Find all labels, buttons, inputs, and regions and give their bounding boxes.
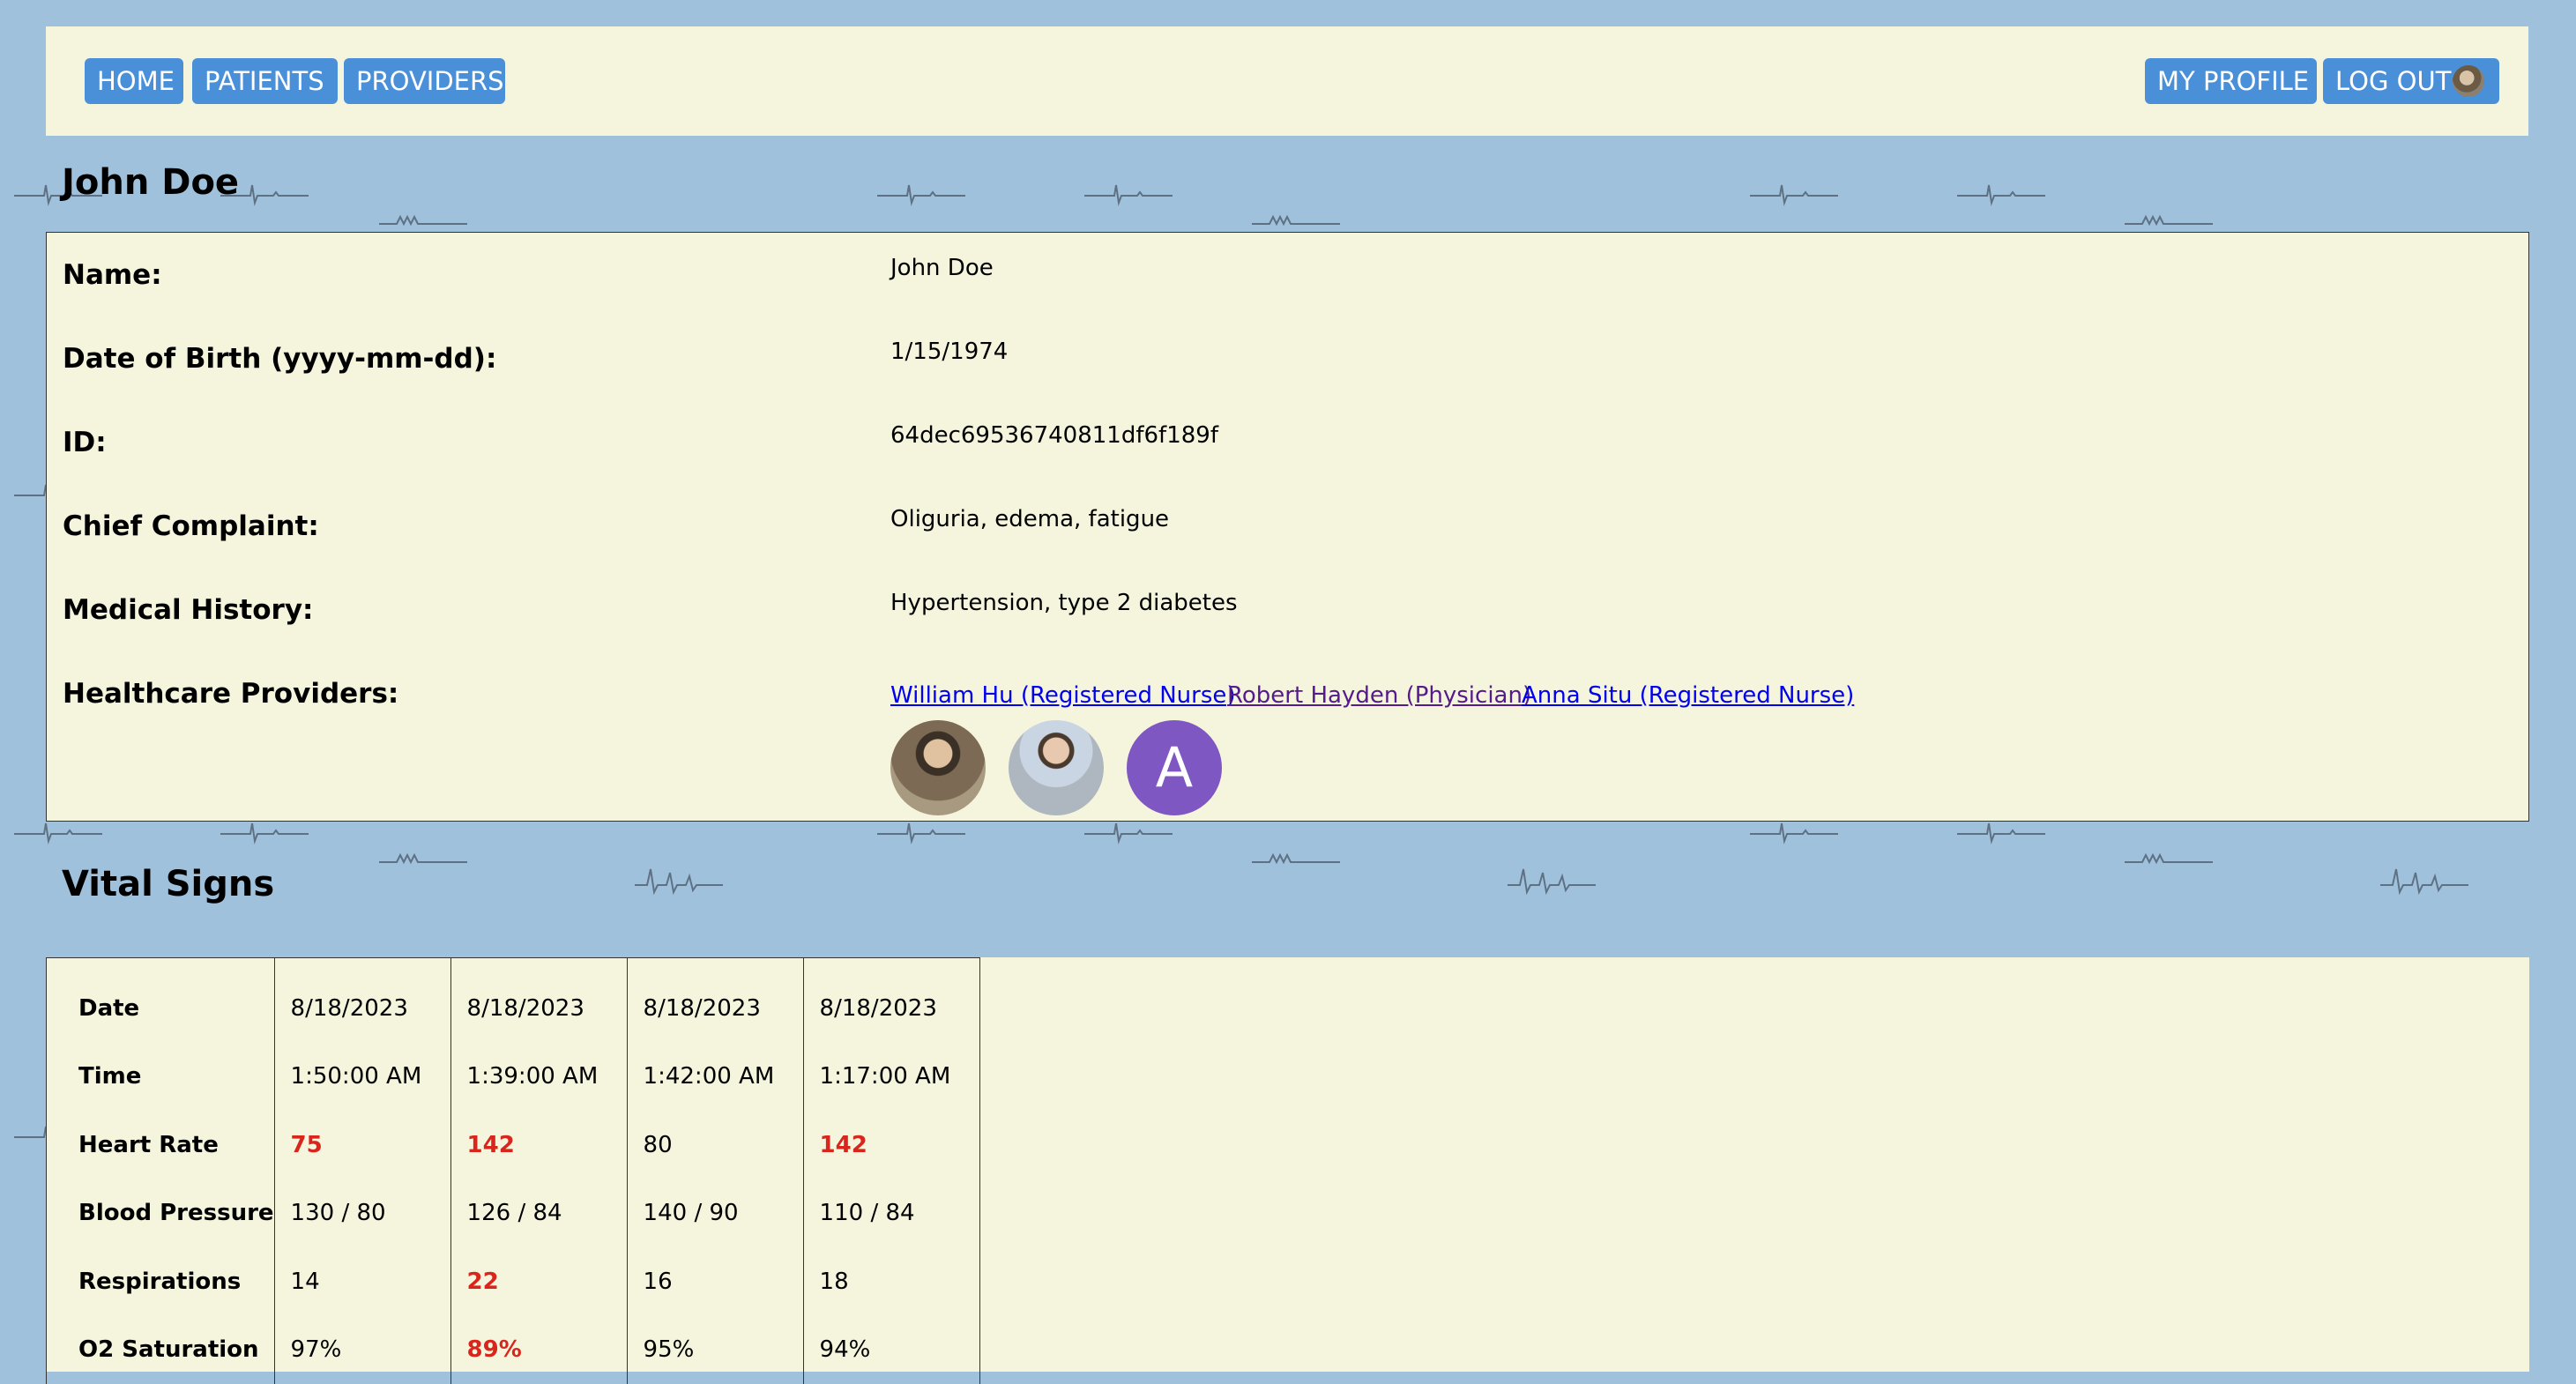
patients-button[interactable]: PATIENTS <box>192 58 338 104</box>
dob-value: 1/15/1974 <box>890 339 1008 365</box>
vitals-cell: 95% <box>627 1316 803 1384</box>
patient-name-heading: John Doe <box>62 162 239 203</box>
provider-link-robert-hayden[interactable]: Robert Hayden (Physician) <box>1227 682 1531 709</box>
vitals-cell: 97% <box>274 1316 450 1384</box>
provider-avatar-anna-situ[interactable]: A <box>1127 720 1222 815</box>
ekg-pattern-icon <box>1084 176 1173 212</box>
ekg-pattern-icon <box>1750 176 1838 212</box>
vitals-cell: 142 <box>803 1111 979 1179</box>
provider-link-anna-situ[interactable]: Anna Situ (Registered Nurse) <box>1522 682 1854 709</box>
vitals-cell: 1:42:00 AM <box>627 1043 803 1112</box>
vitals-cell: 89% <box>450 1316 627 1384</box>
vitals-cell: 94% <box>803 1316 979 1384</box>
ekg-pattern-icon <box>877 176 965 212</box>
vitals-row: Heart Rate7514280142 <box>47 1111 980 1179</box>
vitals-cell: 8/18/2023 <box>803 958 979 1043</box>
vitals-cell: 16 <box>627 1247 803 1316</box>
ekg-pattern-icon <box>2125 843 2213 878</box>
provider-avatar-robert-hayden[interactable] <box>1009 720 1104 815</box>
chief-complaint-value: Oliguria, edema, fatigue <box>890 506 1169 532</box>
id-label: ID: <box>63 427 107 458</box>
provider-avatar-william-hu[interactable] <box>890 720 986 815</box>
patient-info-card: Name: John Doe Date of Birth (yyyy-mm-dd… <box>46 232 2529 822</box>
vitals-row: Blood Pressure130 / 80126 / 84140 / 9011… <box>47 1179 980 1248</box>
vitals-cell: 140 / 90 <box>627 1179 803 1248</box>
id-value: 64dec69536740811df6f189f <box>890 422 1218 449</box>
my-profile-button[interactable]: MY PROFILE <box>2145 58 2317 104</box>
vitals-cell: 8/18/2023 <box>274 958 450 1043</box>
vitals-cell: 130 / 80 <box>274 1179 450 1248</box>
medical-history-value: Hypertension, type 2 diabetes <box>890 590 1238 616</box>
user-avatar <box>2453 65 2484 97</box>
ekg-pattern-icon <box>1957 176 2045 212</box>
name-label: Name: <box>63 259 162 291</box>
vitals-cell: 14 <box>274 1247 450 1316</box>
vital-signs-table: Date8/18/20238/18/20238/18/20238/18/2023… <box>46 957 980 1384</box>
vitals-cell: 22 <box>450 1247 627 1316</box>
vitals-cell: 126 / 84 <box>450 1179 627 1248</box>
vital-signs-panel: Date8/18/20238/18/20238/18/20238/18/2023… <box>46 957 2529 1372</box>
vitals-cell: 8/18/2023 <box>450 958 627 1043</box>
home-button[interactable]: HOME <box>85 58 183 104</box>
vitals-cell: 1:50:00 AM <box>274 1043 450 1112</box>
vitals-row-label: Respirations <box>47 1247 275 1316</box>
chief-complaint-label: Chief Complaint: <box>63 510 319 542</box>
vitals-row-label: O2 Saturation <box>47 1316 275 1384</box>
ekg-pattern-icon <box>635 862 723 897</box>
navbar: HOME PATIENTS PROVIDERS MY PROFILE LOG O… <box>46 26 2528 136</box>
providers-button[interactable]: PROVIDERS <box>344 58 505 104</box>
vitals-row: Date8/18/20238/18/20238/18/20238/18/2023 <box>47 958 980 1043</box>
medical-history-label: Medical History: <box>63 594 313 626</box>
ekg-pattern-icon <box>379 843 467 878</box>
vitals-cell: 75 <box>274 1111 450 1179</box>
vitals-row: O2 Saturation97%89%95%94% <box>47 1316 980 1384</box>
provider-link-william-hu[interactable]: William Hu (Registered Nurse) <box>890 682 1236 709</box>
vitals-cell: 1:17:00 AM <box>803 1043 979 1112</box>
vitals-row-label: Time <box>47 1043 275 1112</box>
dob-label: Date of Birth (yyyy-mm-dd): <box>63 343 496 375</box>
vitals-cell: 1:39:00 AM <box>450 1043 627 1112</box>
vitals-cell: 18 <box>803 1247 979 1316</box>
name-value: John Doe <box>890 255 994 281</box>
vitals-row: Respirations14221618 <box>47 1247 980 1316</box>
log-out-button[interactable]: LOG OUT <box>2323 58 2499 104</box>
vitals-row: Time1:50:00 AM1:39:00 AM1:42:00 AM1:17:0… <box>47 1043 980 1112</box>
healthcare-providers-label: Healthcare Providers: <box>63 678 398 710</box>
vitals-row-label: Blood Pressure <box>47 1179 275 1248</box>
vitals-row-label: Date <box>47 958 275 1043</box>
vitals-cell: 8/18/2023 <box>627 958 803 1043</box>
vitals-cell: 80 <box>627 1111 803 1179</box>
vitals-cell: 110 / 84 <box>803 1179 979 1248</box>
vitals-cell: 142 <box>450 1111 627 1179</box>
ekg-pattern-icon <box>1252 843 1340 878</box>
vital-signs-heading: Vital Signs <box>62 864 274 904</box>
ekg-pattern-icon <box>1508 862 1596 897</box>
log-out-label: LOG OUT <box>2335 66 2451 96</box>
ekg-pattern-icon <box>2380 862 2468 897</box>
vitals-row-label: Heart Rate <box>47 1111 275 1179</box>
